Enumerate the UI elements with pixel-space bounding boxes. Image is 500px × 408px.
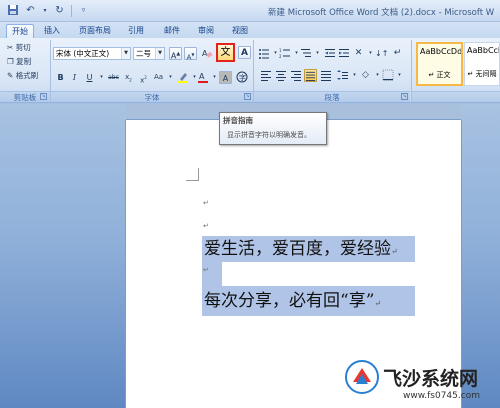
title-bar: ↶ ▾ ↻ ▿ 新建 Microsoft Office Word 文档 (2).… [0, 0, 500, 22]
svg-text:1: 1 [279, 48, 282, 53]
watermark-logo-icon [345, 360, 379, 394]
character-border-icon: A [241, 48, 248, 58]
grow-font-icon[interactable]: A▲ [169, 47, 182, 61]
cut-label: 剪切 [15, 43, 31, 52]
paragraph-mark: ↵ [203, 222, 209, 230]
tab-review[interactable]: 审阅 [194, 24, 218, 38]
chevron-down-icon[interactable]: ▾ [393, 69, 406, 82]
tab-insert[interactable]: 插入 [40, 24, 64, 38]
bold-icon[interactable]: B [54, 71, 67, 84]
clipboard-launcher-icon[interactable]: ↘ [40, 93, 47, 100]
tab-page-layout[interactable]: 页面布局 [76, 24, 114, 38]
tooltip-title: 拼音指南 [223, 116, 253, 125]
distributed-icon[interactable] [319, 69, 332, 82]
shrink-font-icon[interactable]: A▼ [184, 47, 197, 61]
window-title: 新建 Microsoft Office Word 文档 (2).docx - M… [268, 8, 495, 18]
tab-home[interactable]: 开始 [6, 24, 34, 38]
align-left-icon[interactable] [259, 69, 272, 82]
superscript-icon[interactable]: x2 [137, 71, 150, 84]
document-line-2[interactable]: 每次分享，必有回“享”↵ [204, 288, 381, 317]
style-name: ↵ 无间隔 [467, 70, 497, 78]
divider [71, 4, 72, 17]
paragraph-mark: ↵ [203, 266, 209, 274]
customize-icon[interactable]: ▿ [77, 4, 90, 17]
chevron-down-icon[interactable]: ▾ [42, 4, 48, 17]
watermark: 飞沙系统网 www.fs0745.com [345, 356, 500, 408]
cut-button[interactable]: ✂ 剪切 [7, 41, 31, 55]
tooltip-body: 显示拼音字符以明确发音。 [227, 131, 311, 139]
watermark-url: www.fs0745.com [403, 391, 480, 401]
document-line-1[interactable]: 爱生活，爱百度，爱经验↵ [204, 236, 398, 265]
show-marks-icon[interactable]: ↵ [391, 47, 404, 60]
paragraph-mark: ↵ [391, 247, 398, 256]
sort-icon[interactable]: ↓↑ [375, 47, 388, 60]
font-launcher-icon[interactable]: ↘ [244, 93, 251, 100]
phonetic-guide-button[interactable]: 文 [216, 43, 235, 62]
strikethrough-icon[interactable]: abc [107, 71, 120, 84]
copy-icon: ❐ [7, 57, 14, 66]
workspace-left [0, 104, 126, 408]
align-center-icon[interactable] [274, 69, 287, 82]
chevron-down-icon[interactable]: ▼ [155, 48, 164, 59]
align-right-icon[interactable] [289, 69, 302, 82]
svg-text:字: 字 [239, 73, 246, 82]
increase-indent-icon[interactable] [337, 47, 350, 60]
document-line-2-text: 每次分享，必有回“享” [204, 291, 375, 311]
font-size-combo[interactable]: 二号 ▼ [133, 47, 165, 60]
copy-button[interactable]: ❐ 复制 [7, 55, 31, 69]
paragraph-mark: ↵ [203, 199, 209, 207]
undo-icon[interactable]: ↶ [24, 4, 37, 17]
style-sample: AaBbCcDd [420, 47, 463, 56]
character-shading-icon[interactable]: A [219, 71, 232, 84]
style-normal[interactable]: AaBbCcDd ↵ 正文 [416, 42, 463, 86]
justify-icon[interactable] [304, 69, 317, 82]
font-size-value: 二号 [136, 49, 151, 58]
subscript-icon[interactable]: x2 [122, 71, 135, 84]
style-name: ↵ 正文 [428, 71, 451, 79]
watermark-name: 飞沙系统网 [383, 368, 479, 390]
tab-references[interactable]: 引用 [124, 24, 148, 38]
quick-access-toolbar: ↶ ▾ ↻ ▿ [6, 4, 90, 17]
italic-icon[interactable]: I [68, 71, 81, 84]
svg-text:2: 2 [279, 54, 282, 59]
copy-label: 复制 [16, 57, 32, 66]
chevron-down-icon[interactable]: ▼ [121, 48, 130, 59]
tooltip: 拼音指南 显示拼音字符以明确发音。 [219, 112, 327, 145]
phonetic-guide-icon: 文 [220, 47, 231, 58]
enclose-characters-icon[interactable]: 字 [235, 71, 248, 84]
tab-mailings[interactable]: 邮件 [160, 24, 184, 38]
paragraph-mark: ↵ [374, 299, 382, 308]
paragraph-group-label: 段落 [254, 91, 410, 102]
paintbrush-icon: ✎ [7, 71, 14, 80]
style-no-spacing[interactable]: AaBbCcDd ↵ 无间隔 [464, 42, 500, 86]
character-border-button[interactable]: A [238, 46, 251, 59]
paragraph-launcher-icon[interactable]: ↘ [401, 93, 408, 100]
font-name-value: 宋体 (中文正文) [56, 49, 110, 58]
margin-corner-mark [186, 168, 199, 181]
svg-text:A: A [199, 72, 205, 81]
clear-formatting-icon[interactable]: A [200, 47, 213, 60]
style-sample: AaBbCcDd [467, 46, 499, 55]
decrease-indent-icon[interactable] [323, 47, 336, 60]
tab-view[interactable]: 视图 [228, 24, 252, 38]
ribbon: ✂ 剪切 ❐ 复制 ✎ 格式刷 剪贴板 ↘ 宋体 (中文正文) ▼ 二号 ▼ A… [0, 38, 500, 103]
document-line-1-text: 爱生活，爱百度，爱经验 [204, 239, 391, 259]
styles-group-label [412, 91, 500, 102]
font-name-combo[interactable]: 宋体 (中文正文) ▼ [53, 47, 131, 60]
save-icon[interactable] [6, 4, 19, 17]
svg-text:A: A [202, 49, 208, 58]
scissors-icon: ✂ [7, 43, 14, 52]
redo-icon[interactable]: ↻ [53, 4, 66, 17]
format-painter-label: 格式刷 [15, 71, 39, 80]
format-painter-button[interactable]: ✎ 格式刷 [7, 69, 38, 83]
font-group-label: 字体 [51, 91, 253, 102]
ribbon-tabs: 开始 插入 页面布局 引用 邮件 审阅 视图 [0, 22, 500, 38]
